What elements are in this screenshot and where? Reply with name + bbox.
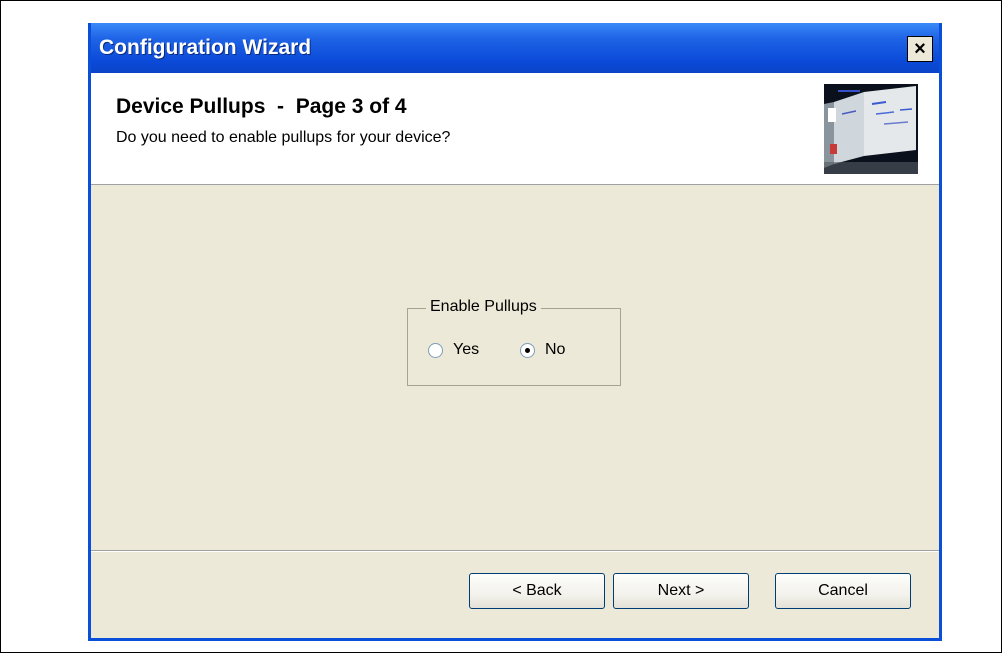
- radio-no[interactable]: No: [520, 341, 565, 359]
- cancel-button[interactable]: Cancel: [775, 573, 911, 609]
- wizard-header-image: [824, 84, 918, 174]
- screenshot-frame: Configuration Wizard × Device Pullups - …: [0, 0, 1002, 653]
- radio-yes-label: Yes: [453, 341, 480, 358]
- page-title: Device Pullups - Page 3 of 4: [116, 95, 407, 118]
- back-button[interactable]: < Back: [469, 573, 605, 609]
- radio-yes[interactable]: Yes: [428, 341, 479, 359]
- window-title: Configuration Wizard: [99, 36, 312, 59]
- group-label: Enable Pullups: [426, 298, 541, 316]
- radio-no-label: No: [545, 341, 566, 358]
- page-subtitle: Do you need to enable pullups for your d…: [116, 129, 451, 146]
- configuration-wizard-dialog: Configuration Wizard × Device Pullups - …: [88, 23, 942, 641]
- radio-yes-circle[interactable]: [428, 342, 443, 358]
- close-button[interactable]: ×: [907, 36, 933, 62]
- enable-pullups-group: Enable Pullups Yes No: [407, 298, 621, 386]
- title-bar[interactable]: Configuration Wizard ×: [91, 23, 939, 73]
- close-icon: ×: [914, 38, 926, 60]
- next-button[interactable]: Next >: [613, 573, 749, 609]
- wizard-header: Device Pullups - Page 3 of 4 Do you need…: [91, 73, 939, 185]
- footer-divider: [91, 550, 939, 552]
- radio-no-circle[interactable]: [520, 342, 535, 358]
